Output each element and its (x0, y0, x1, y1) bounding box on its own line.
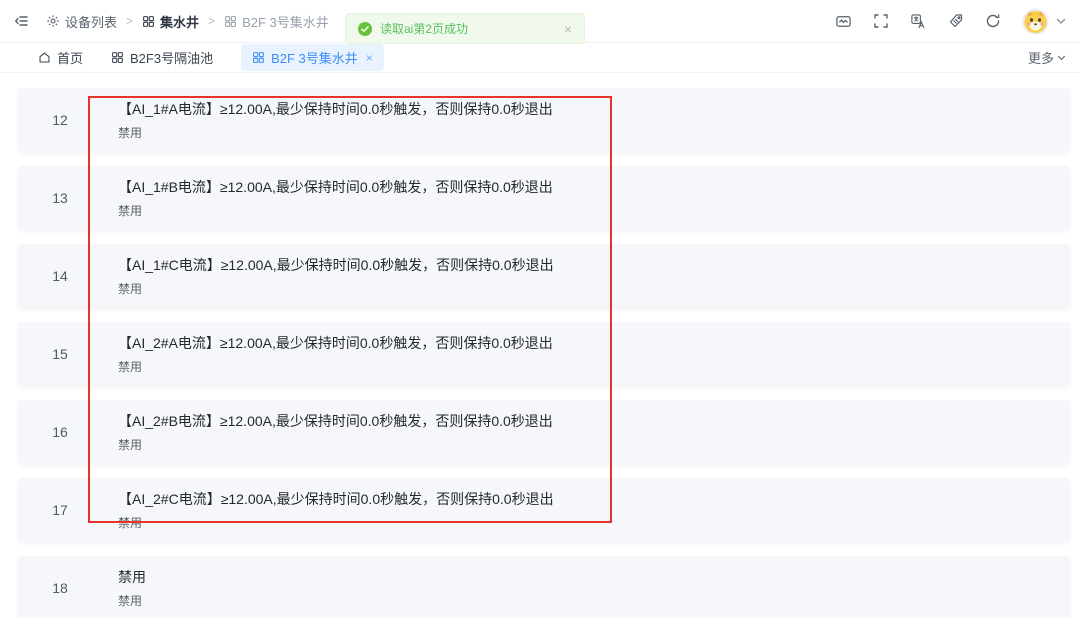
avatar (1022, 8, 1049, 35)
row-text: 【AI_1#A电流】≥12.00A,最少保持时间0.0秒触发，否则保持0.0秒退… (102, 100, 553, 141)
list-item: 12 【AI_1#A电流】≥12.00A,最少保持时间0.0秒触发，否则保持0.… (18, 88, 1070, 152)
row-text: 禁用 禁用 (102, 568, 146, 609)
breadcrumb: 设备列表 > 集水井 > B2F 3号集水井 (46, 12, 329, 31)
grid-icon (224, 15, 237, 28)
rule-status: 禁用 (118, 282, 554, 297)
tab-home[interactable]: 首页 (38, 48, 83, 67)
rule-status: 禁用 (118, 360, 553, 375)
row-number: 18 (18, 580, 102, 596)
row-number: 16 (18, 424, 102, 440)
rule-description: 【AI_1#B电流】≥12.00A,最少保持时间0.0秒触发，否则保持0.0秒退… (118, 178, 553, 197)
more-dropdown[interactable]: 更多 (1028, 48, 1066, 67)
tab-b2f3-grease-trap[interactable]: B2F3号隔油池 (111, 48, 213, 67)
tag-icon[interactable] (948, 13, 964, 29)
breadcrumb-separator: > (126, 14, 133, 28)
rule-description: 【AI_2#C电流】≥12.00A,最少保持时间0.0秒触发，否则保持0.0秒退… (118, 490, 554, 509)
breadcrumb-label: 设备列表 (65, 12, 117, 31)
tab-label: B2F3号隔油池 (130, 48, 213, 67)
topbar-actions (835, 8, 1066, 35)
tab-bar: 首页 B2F3号隔油池 B2F 3号集水井 × 更多 (0, 43, 1080, 73)
list-item: 13 【AI_1#B电流】≥12.00A,最少保持时间0.0秒触发，否则保持0.… (18, 166, 1070, 230)
screen-icon[interactable] (835, 13, 852, 30)
rule-description: 禁用 (118, 568, 146, 587)
rule-status: 禁用 (118, 204, 553, 219)
breadcrumb-item-current-page: B2F 3号集水井 (224, 12, 329, 31)
breadcrumb-separator: > (208, 14, 215, 28)
breadcrumb-item-device-list[interactable]: 设备列表 (46, 12, 117, 31)
rule-status: 禁用 (118, 516, 554, 531)
row-text: 【AI_1#B电流】≥12.00A,最少保持时间0.0秒触发，否则保持0.0秒退… (102, 178, 553, 219)
breadcrumb-label: 集水井 (160, 12, 199, 31)
grid-icon (252, 51, 265, 64)
breadcrumb-item-sump[interactable]: 集水井 (142, 12, 199, 31)
row-number: 14 (18, 268, 102, 284)
list-item: 18 禁用 禁用 (18, 556, 1070, 618)
home-icon (38, 51, 51, 64)
success-check-icon (358, 22, 372, 36)
collapse-sidebar-icon[interactable] (14, 13, 30, 29)
toast-close-icon[interactable]: × (564, 21, 572, 37)
rule-status: 禁用 (118, 438, 553, 453)
rule-status: 禁用 (118, 594, 146, 609)
row-text: 【AI_2#B电流】≥12.00A,最少保持时间0.0秒触发，否则保持0.0秒退… (102, 412, 553, 453)
list-item: 16 【AI_2#B电流】≥12.00A,最少保持时间0.0秒触发，否则保持0.… (18, 400, 1070, 464)
row-number: 13 (18, 190, 102, 206)
rule-description: 【AI_1#A电流】≥12.00A,最少保持时间0.0秒触发，否则保持0.0秒退… (118, 100, 553, 119)
row-number: 17 (18, 502, 102, 518)
list-item: 17 【AI_2#C电流】≥12.00A,最少保持时间0.0秒触发，否则保持0.… (18, 478, 1070, 542)
rule-list: 12 【AI_1#A电流】≥12.00A,最少保持时间0.0秒触发，否则保持0.… (0, 73, 1080, 618)
rule-description: 【AI_1#C电流】≥12.00A,最少保持时间0.0秒触发，否则保持0.0秒退… (118, 256, 554, 275)
user-menu[interactable] (1022, 8, 1066, 35)
list-item: 14 【AI_1#C电流】≥12.00A,最少保持时间0.0秒触发，否则保持0.… (18, 244, 1070, 308)
chevron-down-icon (1056, 18, 1066, 25)
more-label: 更多 (1028, 48, 1054, 67)
breadcrumb-label: B2F 3号集水井 (242, 12, 329, 31)
rule-status: 禁用 (118, 126, 553, 141)
list-item: 15 【AI_2#A电流】≥12.00A,最少保持时间0.0秒触发，否则保持0.… (18, 322, 1070, 386)
tab-b2f3-sump-active[interactable]: B2F 3号集水井 × (241, 44, 384, 71)
rule-description: 【AI_2#B电流】≥12.00A,最少保持时间0.0秒触发，否则保持0.0秒退… (118, 412, 553, 431)
rule-description: 【AI_2#A电流】≥12.00A,最少保持时间0.0秒触发，否则保持0.0秒退… (118, 334, 553, 353)
row-number: 12 (18, 112, 102, 128)
tab-close-icon[interactable]: × (366, 51, 373, 65)
row-text: 【AI_2#C电流】≥12.00A,最少保持时间0.0秒触发，否则保持0.0秒退… (102, 490, 554, 531)
tab-label: B2F 3号集水井 (271, 48, 358, 67)
toast-message: 读取ai第2页成功 (380, 20, 468, 37)
gear-icon (46, 14, 60, 28)
refresh-icon[interactable] (985, 13, 1001, 29)
success-toast: 读取ai第2页成功 × (345, 13, 585, 44)
chevron-down-icon (1057, 55, 1066, 61)
row-number: 15 (18, 346, 102, 362)
fullscreen-icon[interactable] (873, 13, 889, 29)
tab-label: 首页 (57, 48, 83, 67)
grid-icon (111, 51, 124, 64)
row-text: 【AI_1#C电流】≥12.00A,最少保持时间0.0秒触发，否则保持0.0秒退… (102, 256, 554, 297)
row-text: 【AI_2#A电流】≥12.00A,最少保持时间0.0秒触发，否则保持0.0秒退… (102, 334, 553, 375)
translate-icon[interactable] (910, 13, 927, 30)
grid-icon (142, 15, 155, 28)
